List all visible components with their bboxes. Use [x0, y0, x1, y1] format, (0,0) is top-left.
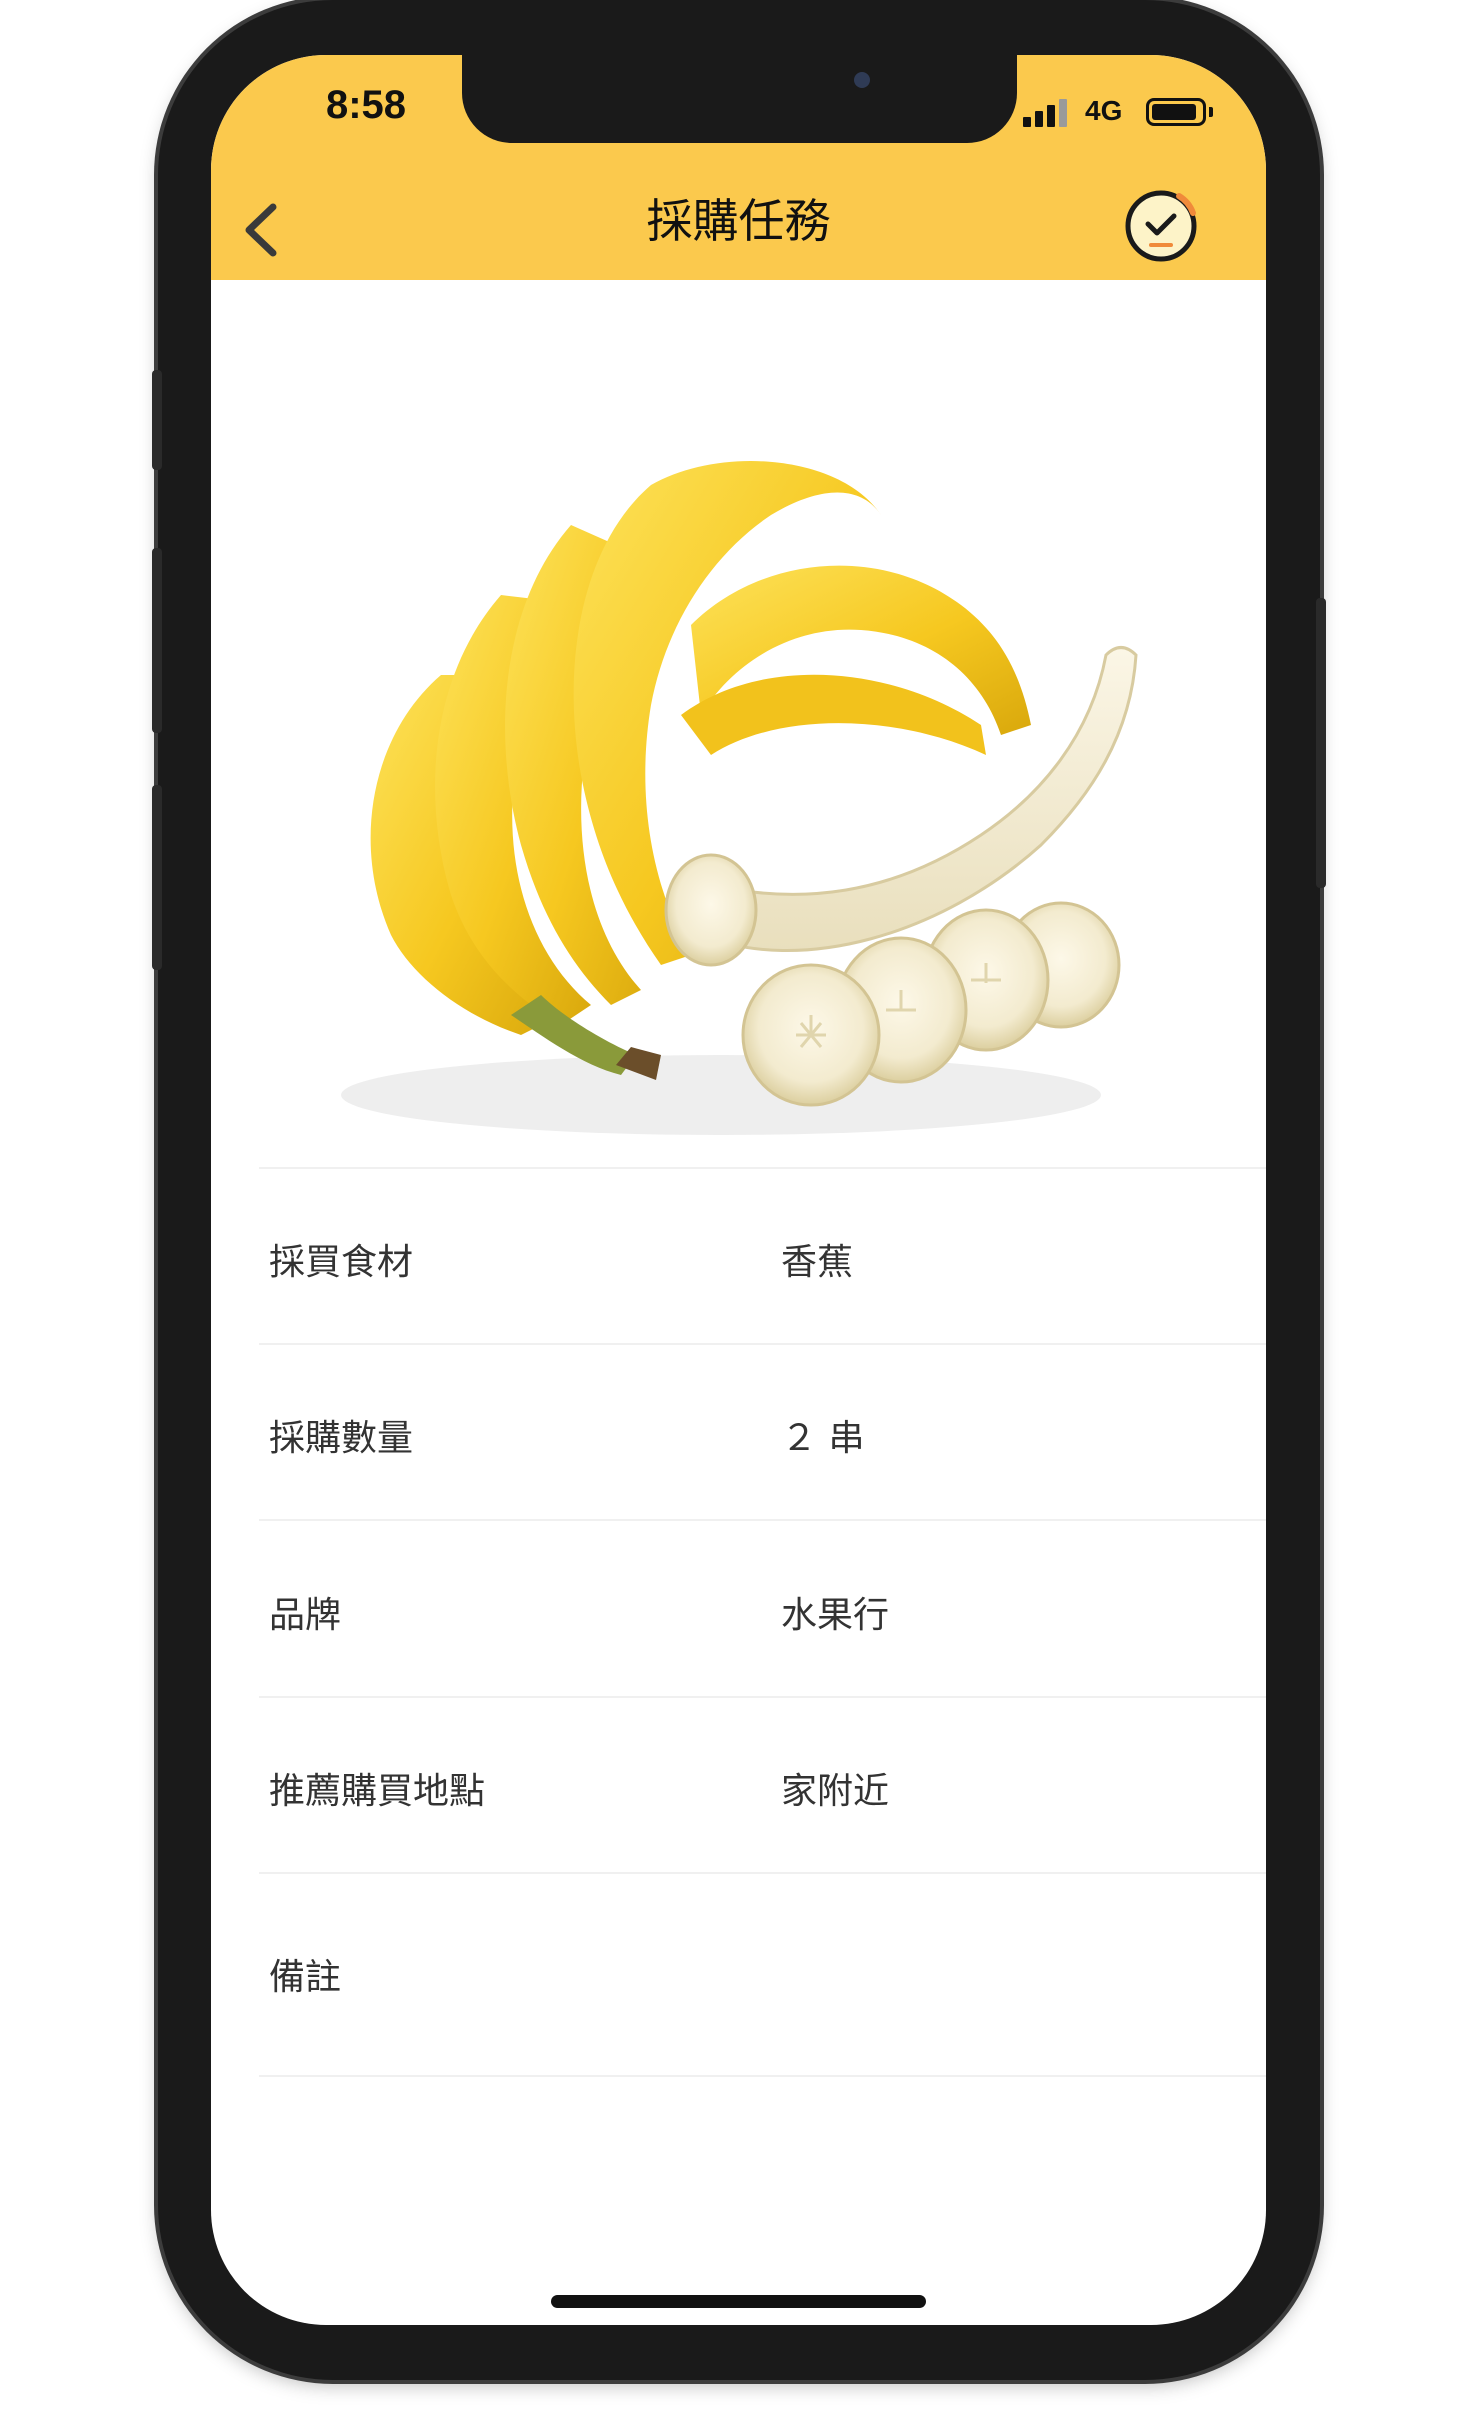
check-circle-icon [1125, 190, 1197, 262]
detail-row-brand: 品牌 水果行 [259, 1519, 1266, 1698]
chevron-left-icon [245, 203, 277, 257]
location-label: 推薦購買地點 [269, 1771, 486, 1812]
brand-value: 水果行 [781, 1595, 890, 1636]
volume-down-button [152, 785, 162, 970]
brand-label: 品牌 [269, 1595, 342, 1636]
status-time: 8:58 [325, 83, 407, 127]
ingredient-label: 採買食材 [269, 1242, 414, 1283]
battery-cap [1209, 107, 1213, 117]
banana-image [341, 461, 1138, 1135]
battery-icon [1146, 98, 1206, 126]
network-label: 4G [1085, 95, 1123, 126]
home-indicator[interactable] [551, 2295, 926, 2308]
complete-task-button[interactable] [1121, 183, 1203, 265]
detail-row-ingredient: 採買食材 香蕉 [259, 1167, 1266, 1345]
notes-label: 備註 [269, 1957, 342, 1998]
silent-switch [152, 370, 162, 470]
location-value: 家附近 [781, 1771, 890, 1812]
quantity-label: 採購數量 [269, 1418, 414, 1459]
camera [854, 72, 870, 88]
page-title: 採購任務 [646, 194, 831, 248]
detail-row-location: 推薦購買地點 家附近 [259, 1696, 1266, 1874]
divider [259, 2075, 1266, 2077]
ingredient-value: 香蕉 [781, 1242, 854, 1283]
signal-icon [1023, 97, 1071, 127]
quantity-value: ２ 串 [781, 1418, 865, 1459]
detail-row-quantity: 採購數量 ２ 串 [259, 1343, 1266, 1521]
volume-up-button [152, 548, 162, 733]
detail-row-notes: 備註 [259, 1872, 1266, 2077]
app-screen: 8:58 4G 採購任務 採買食材 香蕉 採購數量 ２ 串 品牌 水果行 推薦購… [211, 55, 1266, 2325]
notch [462, 55, 1017, 143]
back-button[interactable] [233, 195, 293, 265]
power-button [1316, 598, 1326, 888]
